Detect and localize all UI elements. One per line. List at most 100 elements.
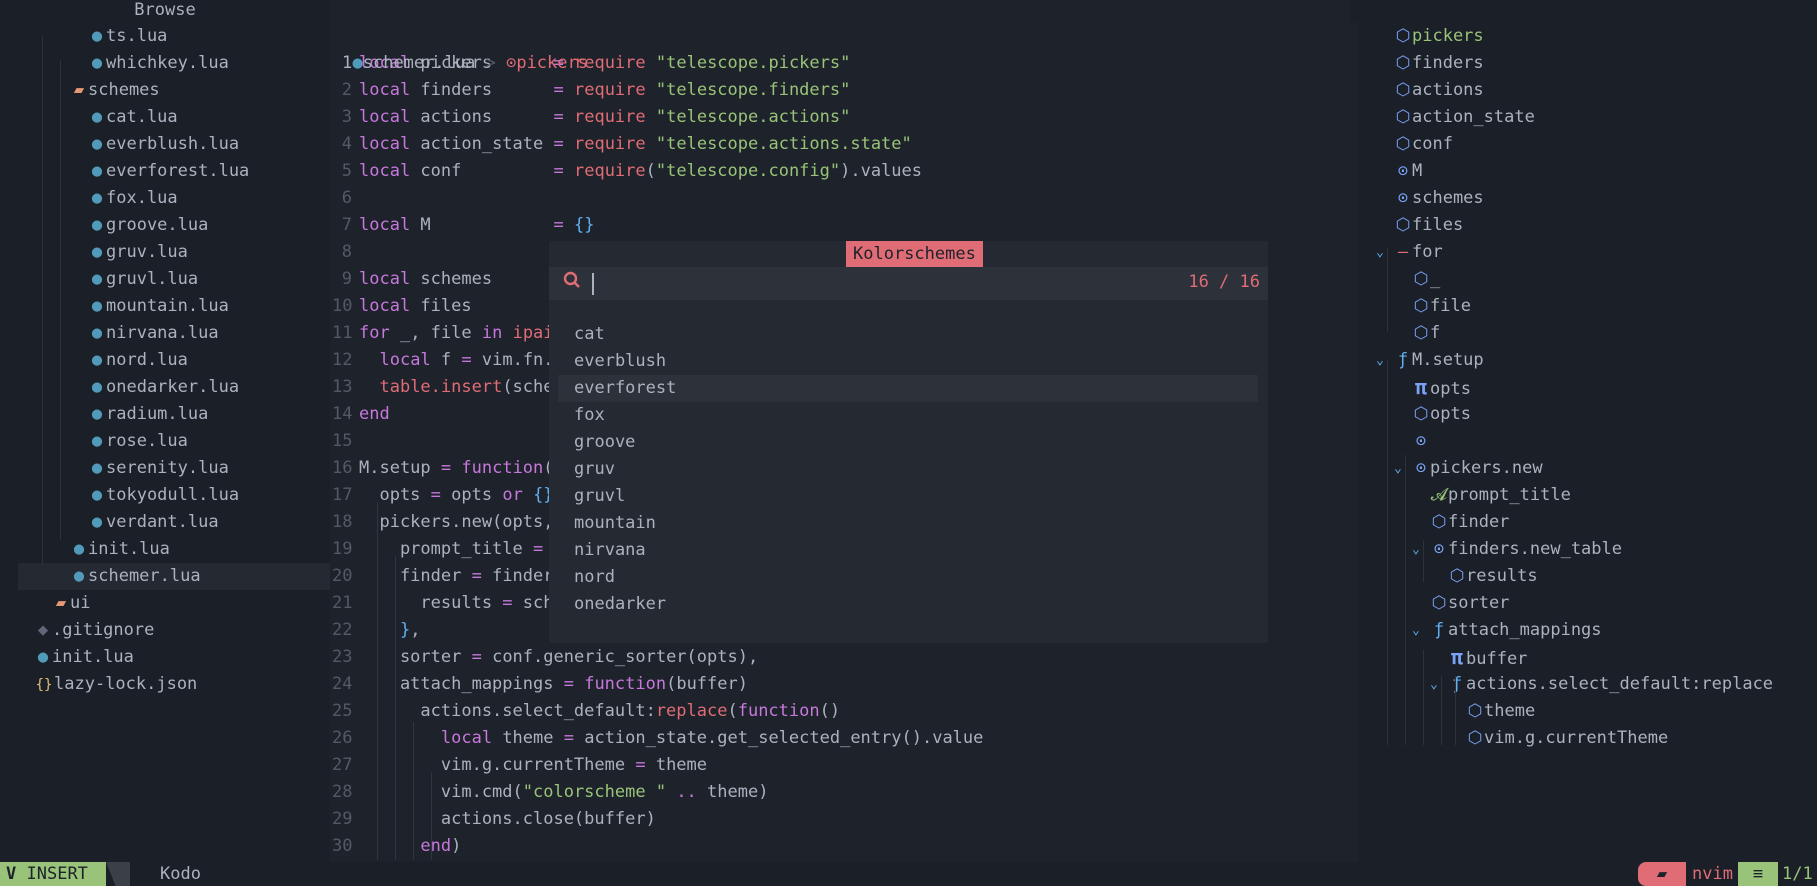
- tree-item[interactable]: ● gruvl.lua: [0, 266, 330, 293]
- picker-item[interactable]: groove: [558, 429, 1258, 456]
- outline-item[interactable]: ⊙ schemes: [1358, 185, 1817, 212]
- outline-item[interactable]: ⬡theme: [1358, 698, 1817, 725]
- outline-item[interactable]: ⬡action_state: [1358, 104, 1817, 131]
- tree-item[interactable]: ● serenity.lua: [0, 455, 330, 482]
- tree-item[interactable]: ● schemer.lua: [18, 563, 330, 590]
- code-text: for _, file in ipairs: [359, 323, 574, 343]
- outline-item[interactable]: ⬡_: [1358, 266, 1817, 293]
- outline-item[interactable]: π buffer: [1358, 644, 1817, 671]
- outline-item[interactable]: ⌄ ƒ attach_mappings: [1358, 617, 1817, 644]
- tree-item[interactable]: ● verdant.lua: [0, 509, 330, 536]
- code-line[interactable]: 30 end): [332, 833, 1350, 860]
- tree-item[interactable]: ● tokyodull.lua: [0, 482, 330, 509]
- tree-item[interactable]: ● gruv.lua: [0, 239, 330, 266]
- outline-item[interactable]: ⬡opts: [1358, 401, 1817, 428]
- outline-item[interactable]: π opts: [1358, 374, 1817, 401]
- indent-guide: [60, 60, 61, 540]
- outline-item[interactable]: ⌄ — for: [1358, 239, 1817, 266]
- tree-item[interactable]: ● whichkey.lua: [0, 50, 330, 77]
- outline-item[interactable]: ⌄ ⊙ pickers.new: [1358, 455, 1817, 482]
- outline-item[interactable]: ⬡vim.g.currentTheme: [1358, 725, 1817, 752]
- cube-icon: ⬡: [1431, 593, 1447, 613]
- indent-guide: [377, 502, 378, 860]
- code-line[interactable]: 29 actions.close(buffer): [332, 806, 1350, 833]
- outline-label: pickers.new: [1430, 458, 1543, 478]
- telescope-picker[interactable]: Kolorschemes 16 / 16 cat everblush everfor…: [549, 241, 1268, 643]
- picker-item[interactable]: gruv: [558, 456, 1258, 483]
- code-line[interactable]: 3 local actions = require "telescope.acti…: [332, 104, 1350, 131]
- code-line[interactable]: 26 local theme = action_state.get_select…: [332, 725, 1350, 752]
- breadcrumb-symbol[interactable]: pickers: [516, 53, 588, 73]
- tree-item[interactable]: ● nirvana.lua: [0, 320, 330, 347]
- outline-item[interactable]: ⬡file: [1358, 293, 1817, 320]
- tree-item-label: .gitignore: [52, 620, 155, 640]
- outline-item[interactable]: ⬡actions: [1358, 77, 1817, 104]
- tree-item[interactable]: ● onedarker.lua: [0, 374, 330, 401]
- outline-item[interactable]: ⬡finder: [1358, 509, 1817, 536]
- outline-item[interactable]: ⌄ ƒ M.setup: [1358, 347, 1817, 374]
- code-line[interactable]: 5 local conf = require("telescope.config"…: [332, 158, 1350, 185]
- outline-item[interactable]: ⊙: [1358, 428, 1817, 455]
- outline-item[interactable]: 𝓐prompt_title: [1358, 482, 1817, 509]
- tree-item[interactable]: ▰ ui: [0, 590, 330, 617]
- tree-item[interactable]: ● nord.lua: [0, 347, 330, 374]
- tree-item[interactable]: ● init.lua: [0, 536, 330, 563]
- outline-item[interactable]: ⌄ ⊙ finders.new_table: [1358, 536, 1817, 563]
- code-text: local f = vim.fn.fn: [379, 350, 574, 370]
- line-number: 22: [332, 620, 353, 640]
- outline-item[interactable]: ⬡pickers: [1358, 23, 1817, 50]
- tree-item-label: schemes: [88, 80, 160, 100]
- outline-item[interactable]: ⬡files: [1358, 212, 1817, 239]
- outline-item[interactable]: ⬡finders: [1358, 50, 1817, 77]
- outline-item[interactable]: ⬡f: [1358, 320, 1817, 347]
- picker-prompt[interactable]: 16 / 16: [549, 267, 1268, 300]
- tree-item[interactable]: ● radium.lua: [0, 401, 330, 428]
- outline-item[interactable]: ⬡sorter: [1358, 590, 1817, 617]
- tree-item[interactable]: ● mountain.lua: [0, 293, 330, 320]
- picker-item[interactable]: gruvl: [558, 483, 1258, 510]
- tree-item[interactable]: ● everblush.lua: [0, 131, 330, 158]
- picker-item[interactable]: nirvana: [558, 537, 1258, 564]
- code-line[interactable]: 4 local action_state = require "telescope…: [332, 131, 1350, 158]
- fold-chevron-icon[interactable]: ⌄: [1376, 239, 1384, 266]
- tree-item[interactable]: {}lazy-lock.json: [0, 671, 330, 698]
- fold-chevron-icon[interactable]: ⌄: [1412, 617, 1420, 644]
- tree-item[interactable]: ● ts.lua: [0, 23, 330, 50]
- outline-item[interactable]: ⬡conf: [1358, 131, 1817, 158]
- picker-item[interactable]: cat: [558, 321, 1258, 348]
- folder-icon: ▰: [55, 593, 67, 613]
- tree-item[interactable]: ● groove.lua: [0, 212, 330, 239]
- outline-item[interactable]: ⌄ ƒ actions.select_default:replace: [1358, 671, 1817, 698]
- code-line[interactable]: 6: [332, 185, 1350, 212]
- outline-item[interactable]: ⊙ M: [1358, 158, 1817, 185]
- code-line[interactable]: 2 local finders = require "telescope.find…: [332, 77, 1350, 104]
- fold-chevron-icon[interactable]: ⌄: [1430, 671, 1438, 698]
- tree-item-label: groove.lua: [106, 215, 209, 235]
- tree-item[interactable]: ● fox.lua: [0, 185, 330, 212]
- tree-item-label: fox.lua: [106, 188, 178, 208]
- code-line[interactable]: 28 vim.cmd("colorscheme " .. theme): [332, 779, 1350, 806]
- tree-item[interactable]: ● init.lua: [0, 644, 330, 671]
- picker-item[interactable]: fox: [558, 402, 1258, 429]
- code-line[interactable]: 23 sorter = conf.generic_sorter(opts),: [332, 644, 1350, 671]
- line-number: 3: [341, 107, 352, 127]
- picker-item[interactable]: everforest: [558, 375, 1258, 402]
- tree-item[interactable]: ● everforest.lua: [0, 158, 330, 185]
- code-line[interactable]: 25 actions.select_default:replace(functi…: [332, 698, 1350, 725]
- fold-chevron-icon[interactable]: ⌄: [1376, 347, 1384, 374]
- fold-chevron-icon[interactable]: ⌄: [1394, 455, 1402, 482]
- fold-chevron-icon[interactable]: ⌄: [1412, 536, 1420, 563]
- tree-item[interactable]: ● cat.lua: [0, 104, 330, 131]
- picker-item[interactable]: everblush: [558, 348, 1258, 375]
- breadcrumb-file[interactable]: schemer.lua: [363, 53, 476, 73]
- tree-item[interactable]: ◆ .gitignore: [0, 617, 330, 644]
- tree-item[interactable]: ▰ schemes: [0, 77, 330, 104]
- tree-item[interactable]: ● rose.lua: [0, 428, 330, 455]
- picker-item[interactable]: nord: [558, 564, 1258, 591]
- picker-item[interactable]: onedarker: [558, 591, 1258, 618]
- picker-item[interactable]: mountain: [558, 510, 1258, 537]
- code-line[interactable]: 7 local M = {}: [332, 212, 1350, 239]
- code-line[interactable]: 27 vim.g.currentTheme = theme: [332, 752, 1350, 779]
- outline-item[interactable]: ⬡results: [1358, 563, 1817, 590]
- code-line[interactable]: 24 attach_mappings = function(buffer): [332, 671, 1350, 698]
